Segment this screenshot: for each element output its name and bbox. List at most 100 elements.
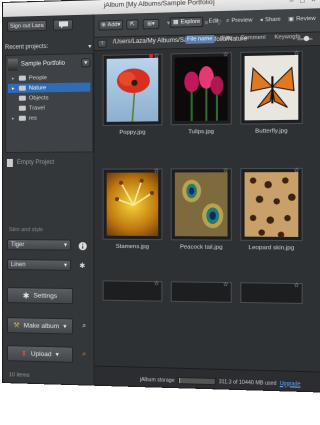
tab-label: Explore (180, 18, 201, 26)
tab-preview[interactable]: ⌕ Preview (224, 16, 255, 26)
upgrade-link[interactable]: Upgrade (280, 380, 301, 387)
gear-icon[interactable]: ✱ (77, 261, 87, 271)
recent-projects-label: Recent projects: (4, 43, 49, 51)
sort-tab-title[interactable]: Title (219, 34, 234, 43)
tab-label: Preview (231, 17, 253, 25)
expand-arrow-icon[interactable]: ▸ (12, 75, 16, 81)
thumbnail-caption: Poppy.jpg (119, 129, 146, 136)
star-icon[interactable]: ☆ (294, 167, 300, 174)
style-select[interactable]: Linen ▾ (6, 259, 72, 271)
tree-root-project[interactable]: Sample Portfolio (7, 58, 66, 71)
thumbnail-frame[interactable]: ☆ (102, 280, 163, 302)
mode-switcher: ▦ Explore Edit ⌕ Preview ◂ Share ▣ Review (169, 14, 318, 28)
grid-icon: ▦ (173, 19, 179, 26)
minimize-icon[interactable]: – (289, 0, 293, 5)
magnifier-icon: ⌕ (226, 17, 230, 24)
close-icon[interactable]: × (311, 0, 315, 4)
recent-projects-header[interactable]: Recent projects: ▾ (5, 41, 91, 53)
sort-tab-comment[interactable]: Comment (238, 34, 268, 43)
project-menu-button[interactable]: ▾ (81, 58, 91, 68)
thumbnail-frame[interactable]: ☆ (170, 167, 232, 241)
storage-indicator: jAlbum storage 311.3 of 10440 MB used Up… (140, 376, 301, 388)
thumbnail-item[interactable]: ☆ Poppy.jpg (101, 49, 165, 148)
zoom-track[interactable] (297, 35, 313, 42)
chat-button[interactable] (52, 19, 74, 31)
thumbnail-frame[interactable]: ☆ (240, 282, 303, 305)
empty-project-item[interactable]: Empty Project (6, 158, 55, 167)
storage-fill (178, 377, 180, 384)
star-icon[interactable]: ☆ (294, 282, 300, 289)
project-tree[interactable]: Sample Portfolio ▾ ▸ People ▸ Nature Objec… (4, 53, 94, 153)
chevron-down-icon: ▾ (88, 43, 92, 50)
empty-project-label: Empty Project (16, 159, 55, 166)
star-icon[interactable]: ☆ (154, 280, 160, 287)
star-icon[interactable]: ☆ (223, 167, 229, 174)
skin-select[interactable]: Tiger ▾ (6, 239, 72, 251)
gear-icon: ✱ (22, 290, 30, 300)
tab-edit[interactable]: Edit (207, 17, 221, 26)
sidebar-item-objects[interactable]: Objects (12, 93, 49, 103)
share-export-button[interactable]: ⇱ (126, 19, 139, 30)
chevron-down-icon: ▾ (117, 21, 121, 29)
expand-arrow-icon[interactable]: ▸ (12, 85, 16, 91)
sign-out-button[interactable]: Sign out Laza (6, 19, 47, 32)
thumbnail-frame[interactable]: ☆ (170, 281, 232, 303)
storage-used: 311.3 of 10440 MB used (218, 378, 277, 387)
star-icon[interactable]: ☆ (294, 50, 300, 57)
thumbnail-item-partial[interactable]: ☆ (169, 277, 234, 372)
root-project-label: Sample Portfolio (20, 60, 66, 68)
thumbnail-item-partial[interactable]: ☆ (101, 276, 165, 372)
star-icon[interactable]: ☆ (154, 167, 160, 174)
add-button[interactable]: ⊕ Add ▾ (98, 19, 124, 31)
zoom-knob[interactable] (303, 35, 309, 42)
up-arrow-icon: ↑ (100, 40, 104, 47)
thumbnail-frame[interactable]: ☆ (102, 53, 163, 126)
folder-label: Nature (28, 84, 47, 92)
tab-share[interactable]: ◂ Share (258, 16, 283, 25)
tab-explore[interactable]: ▦ Explore (169, 16, 204, 28)
thumbnail-item[interactable]: ☆ Tulips.jpg (169, 48, 234, 148)
folder-icon (18, 95, 26, 101)
tab-review[interactable]: ▣ Review (286, 15, 318, 24)
sidebar-item-nature[interactable]: ▸ Nature (7, 82, 91, 93)
upload-button[interactable]: ⬆ Upload ▾ (6, 345, 74, 363)
new-folder-button[interactable]: ⊞ ▾ (142, 18, 160, 30)
thumbnail-caption: Stamens.jpg (115, 243, 149, 251)
thumbnail-item[interactable]: ☆ Leopard skin.jpg (238, 164, 305, 265)
thumbnail-frame[interactable]: ☆ (102, 167, 163, 241)
thumbnail-item[interactable]: ☆ Peacock tail.jpg (169, 164, 234, 263)
make-album-button[interactable]: ⚒ Make album ▾ (6, 317, 74, 335)
upload-label: Upload (30, 350, 52, 358)
settings-button[interactable]: ✱ Settings (6, 287, 74, 305)
thumbnail-frame[interactable]: ☆ (240, 50, 303, 125)
document-icon (6, 158, 13, 167)
thumbnail-caption: Tulips.jpg (188, 128, 215, 136)
thumbnail-frame[interactable]: ☆ (240, 167, 303, 242)
sidebar-item-travel[interactable]: Travel (12, 103, 45, 112)
zoom-slider[interactable]: ▪ (292, 35, 319, 43)
view-online-icon[interactable]: ⌕ (79, 350, 89, 360)
maximize-icon[interactable]: □ (300, 0, 305, 5)
star-icon[interactable]: ☆ (223, 51, 229, 58)
stamens-image (106, 172, 159, 237)
main-panel: ⊕ Add▾ ⇱ ⊞▾ ♥ ⊘ ↺ ✕ ▽ ▦Explore Edit ⌕Pre… (94, 8, 320, 392)
small-image-icon: ▪ (292, 36, 295, 43)
thumbnail-item[interactable]: ☆ Stamens.jpg (101, 164, 165, 262)
leopard-image (244, 172, 299, 238)
thumbnail-frame[interactable]: ☆ (170, 51, 232, 126)
expand-arrow-icon[interactable]: ▸ (12, 115, 16, 121)
star-icon[interactable]: ☆ (154, 53, 160, 60)
sidebar-item-res[interactable]: ▸ res (12, 114, 37, 123)
sidebar-item-people[interactable]: ▸ People (12, 73, 47, 83)
preview-search-icon[interactable]: ⌕ (79, 322, 89, 332)
thumbnail-item-partial[interactable]: ☆ (238, 278, 305, 373)
make-album-label: Make album (23, 321, 60, 330)
thumbnail-item[interactable]: ☆ Butterfly.jpg (238, 46, 305, 147)
info-icon[interactable] (77, 241, 87, 251)
folder-icon (18, 105, 26, 111)
review-icon: ▣ (288, 16, 294, 23)
star-icon[interactable]: ☆ (223, 281, 229, 288)
sort-tab-file-name[interactable]: File name (184, 34, 215, 44)
up-folder-button[interactable]: ↑ (97, 39, 107, 48)
chevron-down-icon: ▾ (151, 21, 155, 28)
